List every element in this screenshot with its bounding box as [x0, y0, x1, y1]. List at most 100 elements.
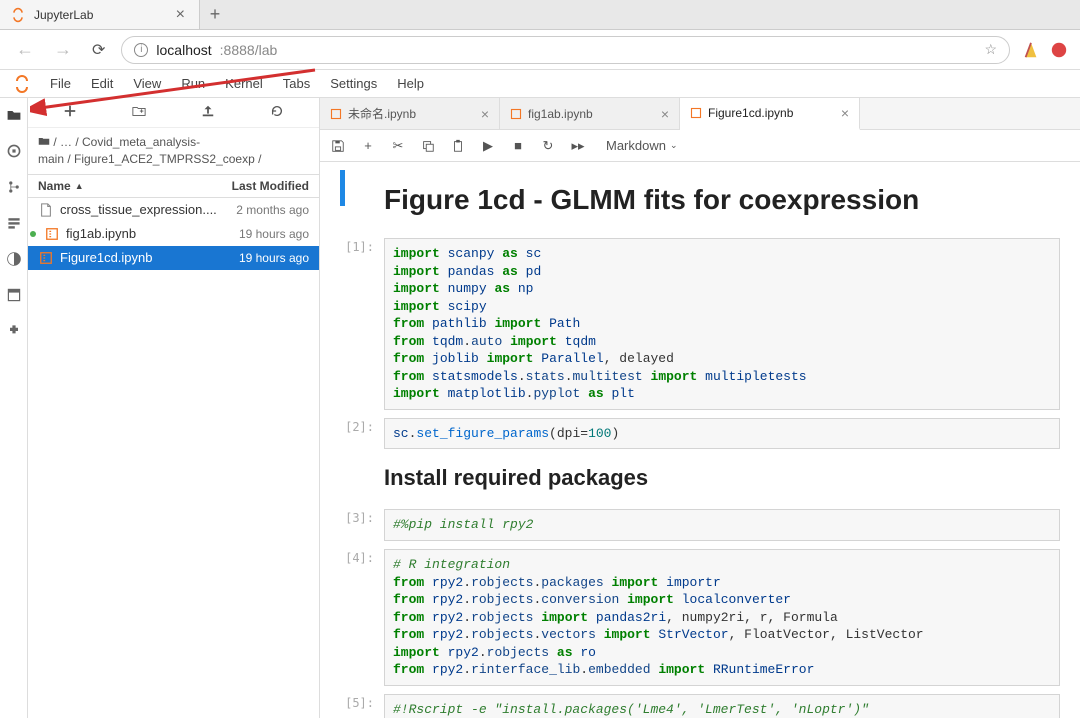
document-tab[interactable]: Figure1cd.ipynb × — [680, 98, 860, 130]
code-input[interactable]: sc.set_figure_params(dpi=100) — [384, 418, 1060, 450]
file-list: cross_tissue_expression.... 2 months ago f… — [28, 198, 319, 270]
copy-icon[interactable] — [420, 138, 436, 154]
tab-close-icon[interactable]: × — [172, 6, 189, 24]
menu-kernel[interactable]: Kernel — [215, 72, 273, 95]
heading: Figure 1cd - GLMM fits for coexpression — [384, 184, 1060, 216]
document-tabbar: 未命名.ipynb × fig1ab.ipynb × Figure1cd.ipynb × — [320, 98, 1080, 130]
code-cell[interactable]: [2]: sc.set_figure_params(dpi=100) — [320, 414, 1080, 454]
back-button[interactable]: ← — [12, 35, 38, 64]
running-dot — [30, 231, 36, 237]
paste-icon[interactable] — [450, 138, 466, 154]
browser-tab-strip: JupyterLab × + — [0, 0, 1080, 30]
tab-label: Figure1cd.ipynb — [708, 106, 793, 120]
tab-title: JupyterLab — [34, 8, 172, 22]
menu-run[interactable]: Run — [171, 72, 215, 95]
stop-icon[interactable]: ■ — [510, 138, 526, 154]
add-cell-icon[interactable]: + — [360, 138, 376, 154]
notebook-icon — [44, 226, 60, 242]
file-row[interactable]: Figure1cd.ipynb 19 hours ago — [28, 246, 319, 270]
menu-edit[interactable]: Edit — [81, 72, 123, 95]
url-path: :8888/lab — [220, 42, 278, 58]
run-all-icon[interactable]: ▸▸ — [570, 138, 586, 154]
save-icon[interactable] — [330, 138, 346, 154]
code-cell[interactable]: [4]: # R integration from rpy2.robjects.… — [320, 545, 1080, 690]
bookmark-icon[interactable]: ☆ — [984, 41, 997, 58]
file-modified: 19 hours ago — [239, 227, 309, 241]
file-name: fig1ab.ipynb — [66, 226, 136, 241]
tab-label: 未命名.ipynb — [348, 105, 416, 122]
file-row[interactable]: fig1ab.ipynb 19 hours ago — [28, 222, 319, 246]
file-name: Figure1cd.ipynb — [60, 250, 153, 265]
heading: Install required packages — [384, 465, 1060, 491]
notebook-toolbar: + ✂ ▶ ■ ↻ ▸▸ Markdown ⌄ — [320, 130, 1080, 162]
document-tab[interactable]: 未命名.ipynb × — [320, 98, 500, 129]
header-name[interactable]: Name ▲ — [38, 179, 232, 193]
menubar: File Edit View Run Kernel Tabs Settings … — [0, 70, 1080, 98]
run-icon[interactable]: ▶ — [480, 138, 496, 154]
code-input[interactable]: import scanpy as sc import pandas as pd … — [384, 238, 1060, 410]
cell-prompt: [4]: — [320, 549, 384, 686]
new-launcher-icon[interactable] — [55, 100, 85, 125]
menu-settings[interactable]: Settings — [320, 72, 387, 95]
reload-button[interactable]: ⟳ — [88, 36, 109, 64]
document-tab[interactable]: fig1ab.ipynb × — [500, 98, 680, 129]
url-bar[interactable]: i localhost :8888/lab ☆ — [121, 36, 1010, 64]
restart-icon[interactable]: ↻ — [540, 138, 556, 154]
extension-icon[interactable] — [1022, 41, 1040, 59]
file-list-header: Name ▲ Last Modified — [28, 174, 319, 198]
inspector-icon[interactable] — [5, 250, 23, 268]
new-folder-icon[interactable] — [124, 100, 154, 125]
cell-prompt: [2]: — [320, 418, 384, 450]
code-cell[interactable]: [5]: #!Rscript -e "install.packages('Lme… — [320, 690, 1080, 718]
file-row[interactable]: cross_tissue_expression.... 2 months ago — [28, 198, 319, 222]
celltype-select[interactable]: Markdown ⌄ — [600, 136, 684, 155]
file-browser: / … / Covid_meta_analysis- main / Figure… — [28, 98, 320, 718]
tab-close-icon[interactable]: × — [661, 106, 669, 122]
git-icon[interactable] — [5, 178, 23, 196]
breadcrumb[interactable]: / … / Covid_meta_analysis- main / Figure… — [28, 128, 319, 174]
filebrowser-icon[interactable] — [5, 106, 23, 124]
file-name: cross_tissue_expression.... — [60, 202, 217, 217]
tab-label: fig1ab.ipynb — [528, 107, 593, 121]
menu-help[interactable]: Help — [387, 72, 434, 95]
browser-tab[interactable]: JupyterLab × — [0, 0, 200, 29]
tab-close-icon[interactable]: × — [481, 106, 489, 122]
header-modified[interactable]: Last Modified — [232, 179, 309, 193]
markdown-cell[interactable]: Install required packages — [320, 453, 1080, 505]
notebook-body[interactable]: Figure 1cd - GLMM fits for coexpression … — [320, 162, 1080, 718]
code-cell[interactable]: [1]: import scanpy as sc import pandas a… — [320, 234, 1080, 414]
markdown-cell[interactable]: Figure 1cd - GLMM fits for coexpression — [320, 174, 1080, 234]
forward-button[interactable]: → — [50, 35, 76, 64]
code-cell[interactable]: [3]: #%pip install rpy2 — [320, 505, 1080, 545]
cell-prompt: [1]: — [320, 238, 384, 410]
commands-icon[interactable] — [5, 214, 23, 232]
url-host: localhost — [156, 42, 211, 58]
code-input[interactable]: #%pip install rpy2 — [384, 509, 1060, 541]
upload-icon[interactable] — [193, 100, 223, 125]
code-input[interactable]: # R integration from rpy2.robjects.packa… — [384, 549, 1060, 686]
activity-rail — [0, 98, 28, 718]
tab-close-icon[interactable]: × — [841, 105, 849, 121]
refresh-icon[interactable] — [262, 100, 292, 125]
file-modified: 2 months ago — [236, 203, 309, 217]
menu-file[interactable]: File — [40, 72, 81, 95]
running-icon[interactable] — [5, 142, 23, 160]
notebook-icon — [38, 250, 54, 266]
notebook-area: 未命名.ipynb×fig1ab.ipynb×Figure1cd.ipynb× … — [320, 98, 1080, 718]
extension-icon[interactable] — [1050, 41, 1068, 59]
code-input[interactable]: #!Rscript -e "install.packages('Lme4', '… — [384, 694, 1060, 718]
site-info-icon[interactable]: i — [134, 43, 148, 57]
new-tab-button[interactable]: + — [200, 0, 230, 29]
jupyter-logo[interactable] — [12, 74, 32, 94]
cut-icon[interactable]: ✂ — [390, 138, 406, 154]
tab-manager-icon[interactable] — [5, 286, 23, 304]
cell-prompt: [3]: — [320, 509, 384, 541]
menu-view[interactable]: View — [123, 72, 171, 95]
file-modified: 19 hours ago — [239, 251, 309, 265]
menu-tabs[interactable]: Tabs — [273, 72, 320, 95]
browser-extensions — [1022, 41, 1068, 59]
tab-favicon — [10, 7, 26, 23]
file-toolbar — [28, 98, 319, 128]
cell-prompt: [5]: — [320, 694, 384, 718]
extensions-icon[interactable] — [5, 322, 23, 340]
